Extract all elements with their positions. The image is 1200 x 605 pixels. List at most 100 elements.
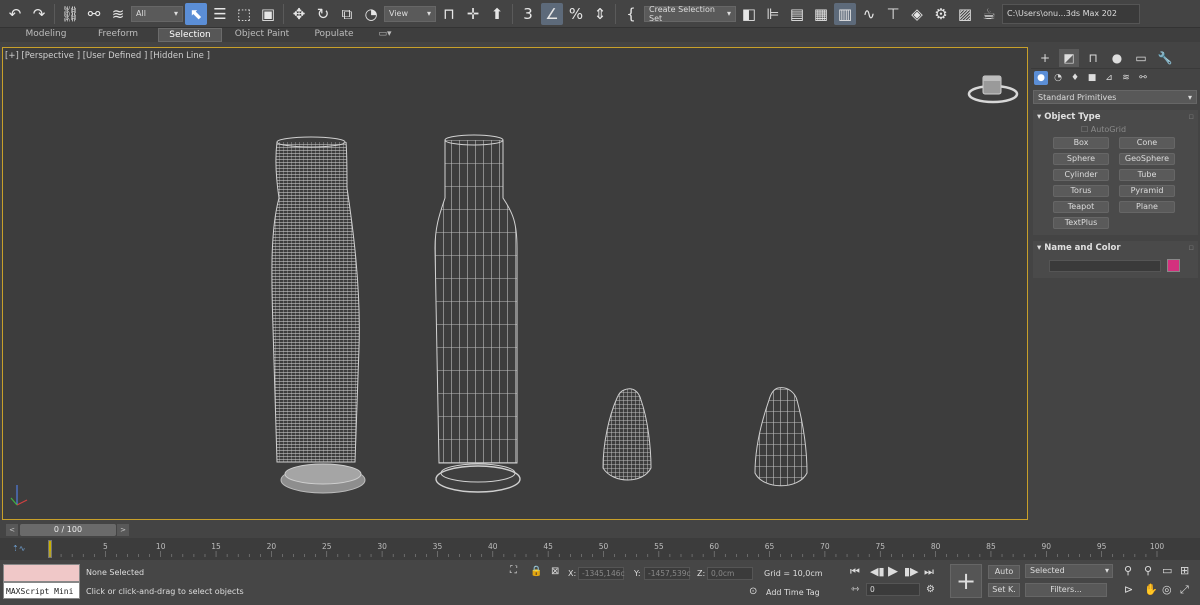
modify-icon[interactable]: ◩ — [1059, 48, 1079, 67]
angle-snap-icon[interactable]: ∠ — [541, 2, 563, 25]
percent-snap-icon[interactable]: % — [565, 3, 587, 25]
snaps-toggle-icon[interactable]: 3 — [517, 3, 539, 25]
plane-button[interactable]: Plane — [1119, 201, 1175, 213]
cameras-icon[interactable]: ■ — [1085, 71, 1099, 85]
material-editor-icon[interactable]: ◈ — [906, 3, 928, 25]
reference-coordinate-select[interactable]: View ▾ — [384, 5, 436, 22]
tab-populate[interactable]: Populate — [302, 28, 366, 42]
shapes-icon[interactable]: ◔ — [1051, 71, 1065, 85]
ribbon-options-icon[interactable]: ▭▾ — [374, 28, 396, 42]
align-icon[interactable]: ⊫ — [762, 3, 784, 25]
next-frame-icon[interactable]: > — [117, 524, 129, 536]
tab-selection[interactable]: Selection — [158, 28, 222, 42]
key-mode-icon[interactable]: ⇿ — [851, 584, 859, 595]
key-filters-button[interactable]: Filters... — [1025, 583, 1107, 597]
maxscript-input[interactable] — [3, 564, 80, 582]
display-icon[interactable]: ▭ — [1131, 49, 1151, 67]
perspective-viewport[interactable]: [+] [Perspective ] [User Defined ] [Hidd… — [2, 47, 1028, 520]
rotate-icon[interactable]: ↻ — [312, 3, 334, 25]
selection-filter-select[interactable]: All ▾ — [131, 5, 183, 22]
move-icon[interactable]: ✥ — [288, 3, 310, 25]
time-configuration-icon[interactable]: ⚙ — [926, 584, 935, 595]
add-time-tag[interactable]: Add Time Tag — [766, 588, 820, 597]
rendered-frame-window-icon[interactable]: ▨ — [954, 3, 976, 25]
geometry-icon[interactable]: ● — [1034, 71, 1048, 85]
zoom-all-icon[interactable]: ⚲ — [1144, 564, 1152, 577]
cone-button[interactable]: Cone — [1119, 137, 1175, 149]
name-and-color-header[interactable]: ▾ Name and Color ▫ — [1033, 241, 1198, 255]
rectangular-selection-icon[interactable]: ⬚ — [233, 3, 255, 25]
utilities-icon[interactable]: 🔧 — [1155, 49, 1175, 67]
wireframe-bullet-dense[interactable] — [599, 384, 655, 488]
auto-key-button[interactable]: Auto — [988, 565, 1020, 579]
keyboard-shortcut-override-icon[interactable]: ⬆ — [486, 3, 508, 25]
curve-editor-icon[interactable]: ∿ — [858, 3, 880, 25]
hierarchy-icon[interactable]: ⊓ — [1083, 49, 1103, 67]
zoom-extents-all-icon[interactable]: ⊞ — [1180, 564, 1189, 577]
time-slider-handle[interactable]: 0 / 100 — [20, 524, 116, 536]
trackbar[interactable]: ⇡∿ 5 10 15 20 25 30 35 40 45 50 55 60 65 70 75 80 85 90 95… — [0, 538, 1200, 560]
toggle-layer-explorer-icon[interactable]: ▦ — [810, 3, 832, 25]
set-key-big-icon[interactable]: + — [950, 564, 982, 598]
primitive-category-select[interactable]: Standard Primitives ▾ — [1033, 90, 1197, 104]
undo-icon[interactable]: ↶ — [4, 3, 26, 25]
scale-icon[interactable]: ⧉ — [336, 3, 358, 25]
place-icon[interactable]: ◔ — [360, 3, 382, 25]
absolute-mode-icon[interactable]: ⊠ — [551, 566, 559, 577]
next-key-icon[interactable]: ▮▶ — [904, 565, 919, 578]
object-color-swatch[interactable] — [1167, 259, 1180, 272]
toggle-scene-explorer-icon[interactable]: ▤ — [786, 3, 808, 25]
teapot-button[interactable]: Teapot — [1053, 201, 1109, 213]
key-filter-select[interactable]: Selected ▾ — [1025, 564, 1113, 578]
select-manipulate-icon[interactable]: ✛ — [462, 3, 484, 25]
tab-freeform[interactable]: Freeform — [86, 28, 150, 42]
play-icon[interactable]: ▶ — [888, 564, 898, 579]
select-by-name-icon[interactable]: ☰ — [209, 3, 231, 25]
wireframe-bullet-coarse[interactable] — [751, 382, 811, 494]
wireframe-casing-medium[interactable] — [433, 134, 523, 493]
box-button[interactable]: Box — [1053, 137, 1109, 149]
render-setup-icon[interactable]: ⚙ — [930, 3, 952, 25]
sphere-button[interactable]: Sphere — [1053, 153, 1109, 165]
torus-button[interactable]: Torus — [1053, 185, 1109, 197]
isolate-selection-icon[interactable]: ⛶ — [510, 565, 517, 576]
systems-icon[interactable]: ⚯ — [1136, 71, 1150, 85]
mirror-icon[interactable]: ◧ — [738, 3, 760, 25]
set-key-button[interactable]: Set K. — [988, 583, 1020, 597]
z-coordinate-field[interactable]: 0,0cm — [707, 567, 753, 580]
maximize-viewport-icon[interactable]: ⤢ — [1180, 583, 1189, 597]
spinner-snap-icon[interactable]: ⇕ — [589, 3, 611, 25]
wireframe-casing-dense[interactable] — [263, 136, 373, 494]
project-path-field[interactable]: C:\Users\onu...3ds Max 202 — [1002, 3, 1140, 24]
go-to-start-icon[interactable]: ⏮ — [850, 565, 860, 579]
helpers-icon[interactable]: ⊿ — [1102, 71, 1116, 85]
named-selection-set-select[interactable]: Create Selection Set ▾ — [644, 5, 736, 23]
create-icon[interactable]: + — [1035, 49, 1055, 67]
previous-frame-icon[interactable]: < — [6, 524, 18, 536]
textplus-button[interactable]: TextPlus — [1053, 217, 1109, 229]
motion-icon[interactable]: ● — [1107, 49, 1127, 67]
zoom-extents-icon[interactable]: ▭ — [1162, 564, 1172, 577]
pivot-center-icon[interactable]: ⊓ — [438, 3, 460, 25]
previous-key-icon[interactable]: ◀▮ — [870, 565, 885, 578]
maxscript-listener[interactable]: MAXScript Mini — [3, 564, 80, 600]
pan-view-icon[interactable]: ✋ — [1144, 583, 1158, 596]
go-to-end-icon[interactable]: ⏭ — [924, 565, 934, 579]
field-of-view-icon[interactable]: ⊳ — [1124, 583, 1133, 596]
edit-named-selection-icon[interactable]: { — [620, 3, 642, 25]
autogrid-checkbox[interactable]: ☐ AutoGrid — [1033, 124, 1198, 136]
pyramid-button[interactable]: Pyramid — [1119, 185, 1175, 197]
tube-button[interactable]: Tube — [1119, 169, 1175, 181]
lights-icon[interactable]: ♦ — [1068, 71, 1082, 85]
object-name-field[interactable] — [1049, 259, 1161, 272]
window-crossing-icon[interactable]: ▣ — [257, 3, 279, 25]
tab-object-paint[interactable]: Object Paint — [230, 28, 294, 42]
current-frame-field[interactable]: 0 — [866, 583, 920, 596]
cylinder-button[interactable]: Cylinder — [1053, 169, 1109, 181]
y-coordinate-field[interactable]: -1457,539c — [644, 567, 691, 580]
tab-modeling[interactable]: Modeling — [14, 28, 78, 42]
link-icon[interactable]: ⛓ — [59, 3, 81, 25]
render-production-icon[interactable]: ☕ — [978, 3, 1000, 25]
space-warps-icon[interactable]: ≋ — [1119, 71, 1133, 85]
selection-lock-icon[interactable]: 🔒 — [530, 566, 542, 577]
